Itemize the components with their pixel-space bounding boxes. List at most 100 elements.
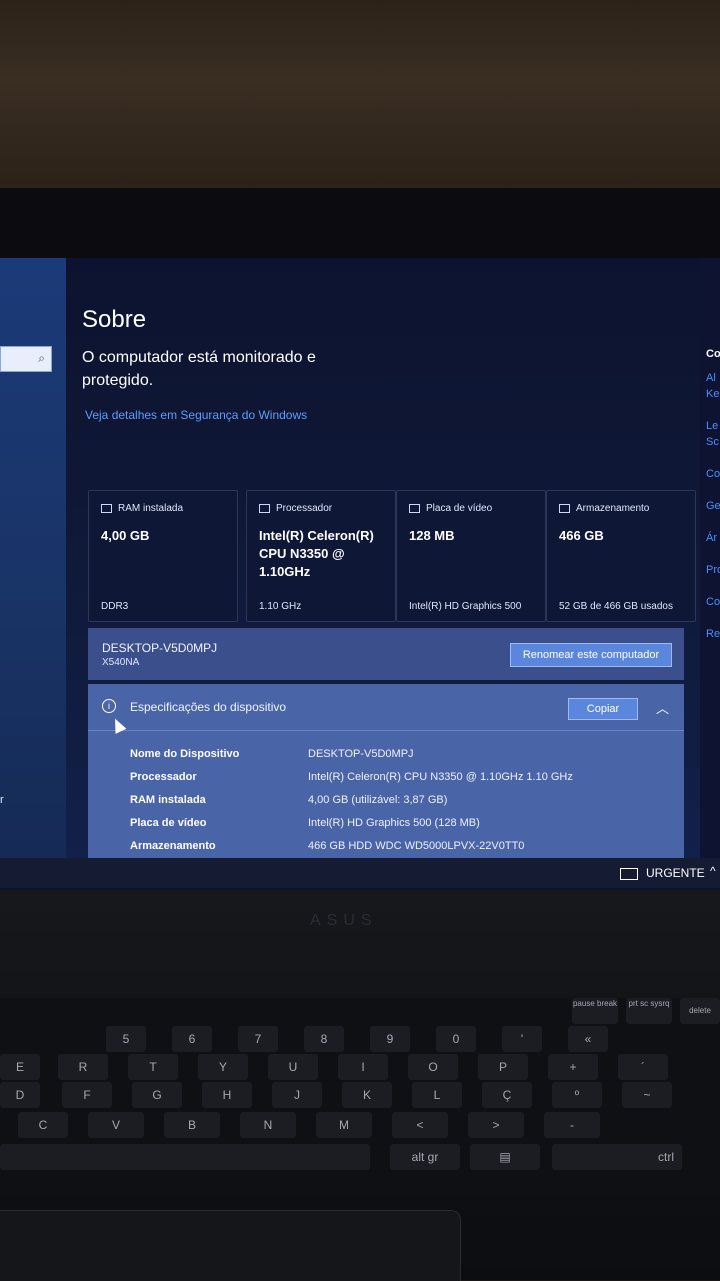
related-link[interactable]: Rer bbox=[706, 628, 720, 640]
spec-key: Armazenamento bbox=[130, 840, 216, 852]
key: pause break bbox=[572, 998, 618, 1024]
context-menu-key: ▤ bbox=[470, 1144, 540, 1170]
windows-screen: ⌕ r Sobre O computador está monitorado e… bbox=[0, 258, 720, 890]
storage-icon bbox=[559, 503, 570, 513]
key: F bbox=[62, 1082, 112, 1108]
info-icon: i bbox=[102, 699, 116, 713]
taskbar: URGENTE ^ bbox=[0, 858, 720, 888]
page-title: Sobre bbox=[82, 306, 147, 333]
key: H bbox=[202, 1082, 252, 1108]
related-link[interactable]: Ge bbox=[706, 500, 720, 512]
gpu-icon bbox=[409, 503, 420, 513]
search-icon: ⌕ bbox=[38, 351, 45, 365]
key: 5 bbox=[106, 1026, 146, 1052]
key: G bbox=[132, 1082, 182, 1108]
key: D bbox=[0, 1082, 40, 1108]
device-specs-panel: i Especificações do dispositivo Copiar ︿… bbox=[88, 684, 684, 884]
related-link[interactable]: Pro bbox=[706, 564, 720, 576]
spec-value: Intel(R) Celeron(R) CPU N3350 @ 1.10GHz … bbox=[308, 771, 573, 783]
keyboard: pause break prt sc sysrq delete 5 6 7 8 … bbox=[0, 998, 720, 1198]
card-value: 4,00 GB bbox=[101, 528, 150, 543]
spec-value: 466 GB HDD WDC WD5000LPVX-22V0TT0 bbox=[308, 840, 525, 852]
sidebar-item-label[interactable]: r bbox=[0, 794, 4, 806]
card-value: 128 MB bbox=[409, 528, 455, 543]
related-link[interactable]: Ár bbox=[706, 532, 717, 544]
card-value: Intel(R) Celeron(R) CPU N3350 @ 1.10GHz bbox=[259, 528, 374, 579]
related-link[interactable]: Co bbox=[706, 596, 720, 608]
chevron-up-icon[interactable]: ^ bbox=[710, 864, 716, 878]
key: E bbox=[0, 1054, 40, 1080]
computer-name-bar: DESKTOP-V5D0MPJ X540NA Renomear este com… bbox=[88, 628, 684, 680]
touchpad bbox=[0, 1210, 461, 1281]
related-header: Co bbox=[706, 348, 720, 360]
key: 9 bbox=[370, 1026, 410, 1052]
key: ctrl bbox=[552, 1144, 682, 1170]
related-link[interactable]: Al bbox=[706, 372, 716, 384]
key: + bbox=[548, 1054, 598, 1080]
related-link[interactable]: Le bbox=[706, 420, 718, 432]
key: « bbox=[568, 1026, 608, 1052]
key: I bbox=[338, 1054, 388, 1080]
related-link[interactable]: Sc bbox=[706, 436, 719, 448]
key: T bbox=[128, 1054, 178, 1080]
card-footer: DDR3 bbox=[101, 601, 129, 612]
protection-status: O computador está monitorado e protegido… bbox=[82, 349, 316, 389]
key: M bbox=[316, 1112, 372, 1138]
key: < bbox=[392, 1112, 448, 1138]
key: º bbox=[552, 1082, 602, 1108]
key: ' bbox=[502, 1026, 542, 1052]
key: U bbox=[268, 1054, 318, 1080]
processor-icon bbox=[259, 503, 270, 513]
specs-title: Especificações do dispositivo bbox=[130, 700, 287, 714]
rename-computer-button[interactable]: Renomear este computador bbox=[510, 643, 672, 667]
spec-value: DESKTOP-V5D0MPJ bbox=[308, 748, 414, 760]
window-icon bbox=[620, 867, 638, 880]
card-footer: 1.10 GHz bbox=[259, 601, 302, 612]
taskbar-item[interactable]: URGENTE bbox=[620, 866, 705, 880]
brand-logo: ASUS bbox=[310, 912, 378, 929]
key: L bbox=[412, 1082, 462, 1108]
key: P bbox=[478, 1054, 528, 1080]
spec-value: Intel(R) HD Graphics 500 (128 MB) bbox=[308, 817, 480, 829]
spec-key: Placa de vídeo bbox=[130, 817, 207, 829]
key: prt sc sysrq bbox=[626, 998, 672, 1024]
key: > bbox=[468, 1112, 524, 1138]
spec-value: 4,00 GB (utilizável: 3,87 GB) bbox=[308, 794, 448, 806]
search-input[interactable]: ⌕ bbox=[0, 346, 52, 372]
key: 6 bbox=[172, 1026, 212, 1052]
card-label: Armazenamento bbox=[576, 503, 650, 514]
security-details-link[interactable]: Veja detalhes em Segurança do Windows bbox=[85, 408, 307, 422]
card-label: Processador bbox=[276, 503, 333, 514]
key: O bbox=[408, 1054, 458, 1080]
key: J bbox=[272, 1082, 322, 1108]
card-footer: 52 GB de 466 GB usados bbox=[559, 601, 673, 612]
spec-row: Processador Intel(R) Celeron(R) CPU N335… bbox=[130, 771, 670, 791]
key: 8 bbox=[304, 1026, 344, 1052]
related-link[interactable]: Co bbox=[706, 468, 720, 480]
processor-card: Processador Intel(R) Celeron(R) CPU N335… bbox=[246, 490, 396, 622]
related-link[interactable]: Ke bbox=[706, 388, 719, 400]
about-page: Sobre O computador está monitorado e pro… bbox=[66, 258, 700, 884]
settings-sidebar: ⌕ r bbox=[0, 258, 66, 858]
background-wall bbox=[0, 0, 720, 200]
key: - bbox=[544, 1112, 600, 1138]
key: C bbox=[18, 1112, 68, 1138]
spacebar bbox=[0, 1144, 370, 1170]
specs-header[interactable]: i Especificações do dispositivo Copiar ︿ bbox=[88, 684, 684, 731]
copy-button[interactable]: Copiar bbox=[568, 698, 638, 720]
key: V bbox=[88, 1112, 144, 1138]
key: K bbox=[342, 1082, 392, 1108]
chevron-up-icon[interactable]: ︿ bbox=[656, 698, 669, 717]
spec-key: RAM instalada bbox=[130, 794, 206, 806]
key: 0 bbox=[436, 1026, 476, 1052]
ram-icon bbox=[101, 503, 112, 513]
spec-row: Placa de vídeo Intel(R) HD Graphics 500 … bbox=[130, 817, 670, 837]
card-value: 466 GB bbox=[559, 528, 604, 543]
spec-row: Nome do Dispositivo DESKTOP-V5D0MPJ bbox=[130, 748, 670, 768]
key: alt gr bbox=[390, 1144, 460, 1170]
spec-row: RAM instalada 4,00 GB (utilizável: 3,87 … bbox=[130, 794, 670, 814]
card-footer: Intel(R) HD Graphics 500 bbox=[409, 601, 522, 612]
key: N bbox=[240, 1112, 296, 1138]
key: Y bbox=[198, 1054, 248, 1080]
key: B bbox=[164, 1112, 220, 1138]
